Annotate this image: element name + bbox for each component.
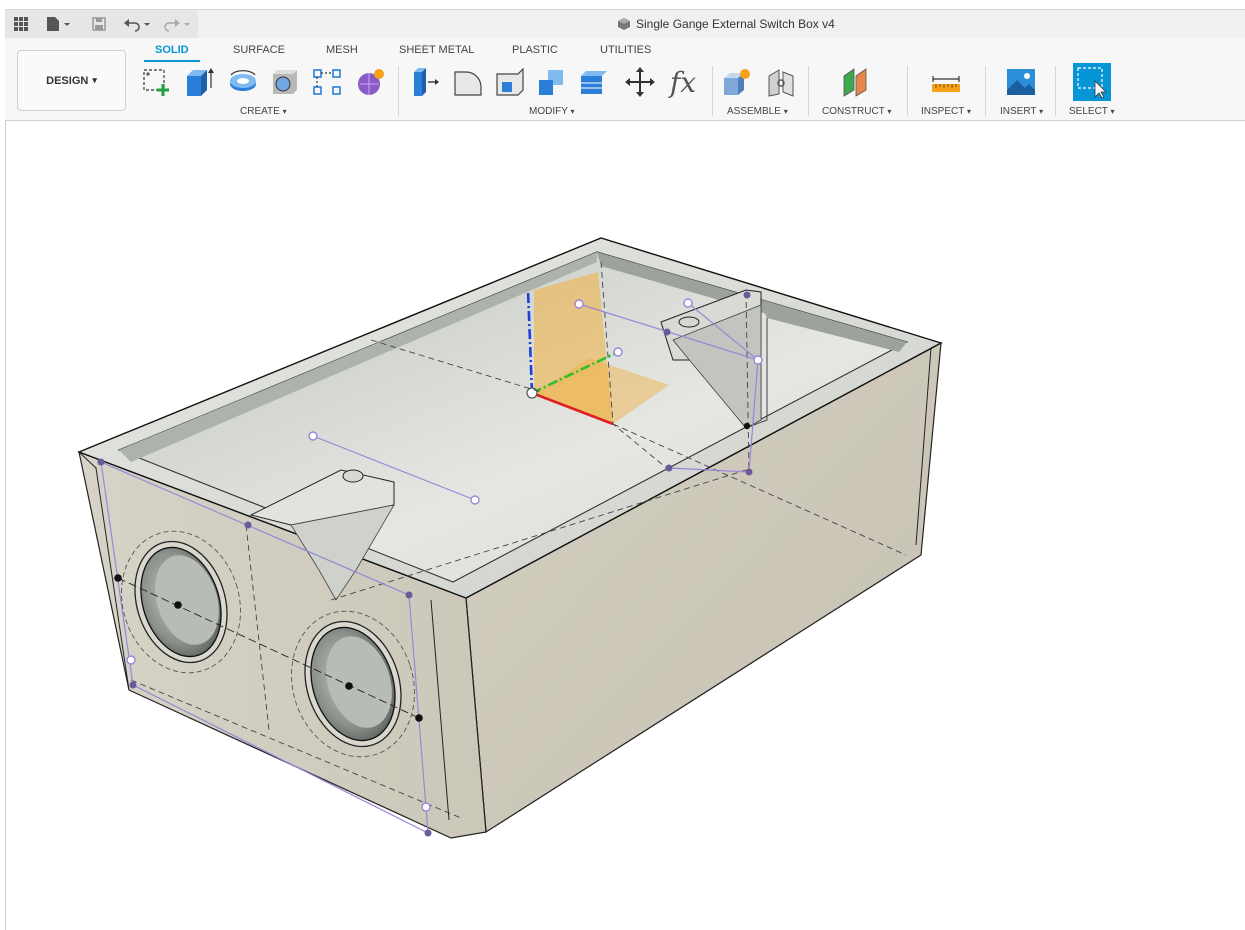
viewport-canvas[interactable] [5,121,1245,930]
hole-icon[interactable] [268,65,302,99]
tab-surface[interactable]: SURFACE [233,44,285,56]
application-bar: Single Gange External Switch Box v4 [5,9,1245,39]
group-divider [985,66,986,116]
redo-icon[interactable] [163,15,191,33]
measure-icon[interactable] [929,65,963,99]
modify-menu[interactable]: MODIFY ▾ [529,106,575,117]
tab-sheet-metal[interactable]: SHEET METAL [399,44,474,56]
group-divider [808,66,809,116]
select-icon[interactable] [1073,63,1111,101]
group-divider [907,66,908,116]
left-screw-hole[interactable] [342,469,364,483]
tab-mesh[interactable]: MESH [326,44,358,56]
offset-plane-icon[interactable] [840,65,874,99]
press-pull-icon[interactable] [409,65,443,99]
insert-label: INSERT [1000,106,1037,117]
modify-label: MODIFY [529,106,568,117]
inspect-label: INSPECT [921,106,965,117]
quick-access-toolbar [5,10,198,39]
combine-icon[interactable] [535,65,569,99]
document-title: Single Gange External Switch Box v4 [617,17,835,31]
select-label: SELECT [1069,106,1108,117]
extrude-icon[interactable] [182,65,216,99]
construct-menu[interactable]: CONSTRUCT ▾ [822,106,891,117]
create-form-icon[interactable] [354,65,388,99]
chamfer-icon[interactable] [493,65,527,99]
insert-image-icon[interactable] [1004,65,1038,99]
grid-icon[interactable] [13,15,29,33]
revolve-icon[interactable] [226,65,260,99]
assemble-label: ASSEMBLE [727,106,781,117]
group-divider [712,66,713,116]
save-icon[interactable] [91,15,107,33]
chevron-down-icon: ▾ [966,107,971,116]
create-label: CREATE [240,106,280,117]
pattern-icon[interactable] [310,65,344,99]
tab-plastic[interactable]: PLASTIC [512,44,558,56]
move-icon[interactable] [623,65,657,99]
chevron-down-icon: ▾ [92,75,97,85]
tab-solid[interactable]: SOLID [155,44,189,56]
file-icon[interactable] [45,15,71,33]
create-sketch-icon[interactable] [140,65,174,99]
document-cube-icon [618,18,630,30]
workspace-label: DESIGN [46,74,89,87]
origin-point[interactable] [526,387,538,399]
undo-icon[interactable] [123,15,151,33]
chevron-down-icon: ▾ [570,107,575,116]
chevron-down-icon: ▾ [1039,107,1044,116]
right-screw-hole[interactable] [678,316,700,328]
group-divider [398,66,399,116]
tab-utilities[interactable]: UTILITIES [600,44,651,56]
construct-label: CONSTRUCT [822,106,885,117]
assemble-menu[interactable]: ASSEMBLE ▾ [727,106,788,117]
window-top-strip [0,0,1245,9]
toolbar-ribbon: DESIGN ▾ SOLID SURFACE MESH SHEET METAL … [5,38,1245,121]
group-divider [1055,66,1056,116]
workspace-switcher[interactable]: DESIGN ▾ [17,50,126,111]
inspect-menu[interactable]: INSPECT ▾ [921,106,971,117]
switch-box-model[interactable] [6,121,1245,930]
chevron-down-icon: ▾ [282,107,287,116]
create-menu[interactable]: CREATE ▾ [240,106,287,117]
chevron-down-icon: ▾ [783,107,788,116]
document-title-text: Single Gange External Switch Box v4 [636,17,835,31]
insert-menu[interactable]: INSERT ▾ [1000,106,1043,117]
shell-icon[interactable] [577,65,611,99]
joint-icon[interactable] [764,65,798,99]
select-menu[interactable]: SELECT ▾ [1069,106,1115,117]
chevron-down-icon: ▾ [1110,107,1115,116]
active-tab-indicator [144,60,200,62]
parameters-icon[interactable]: fx [666,65,700,99]
new-component-icon[interactable] [720,65,754,99]
chevron-down-icon: ▾ [887,107,892,116]
fillet-icon[interactable] [451,65,485,99]
